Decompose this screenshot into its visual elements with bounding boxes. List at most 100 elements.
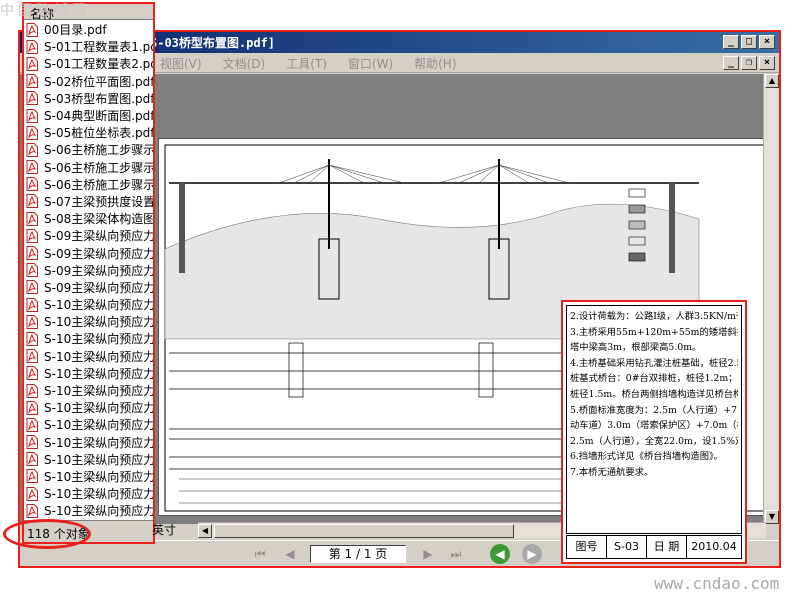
file-item[interactable]: S-10主梁纵向预应力 <box>26 399 153 416</box>
file-name: S-06主桥施工步骤示 <box>44 160 153 175</box>
forward-icon[interactable]: ▶ <box>522 544 542 564</box>
pdf-file-icon <box>26 297 38 312</box>
file-item[interactable]: S-07主梁预拱度设置 <box>26 193 153 210</box>
first-page-icon[interactable]: ⏮ <box>252 546 268 562</box>
file-item[interactable]: S-02桥位平面图.pdf <box>26 73 153 90</box>
file-name: S-09主梁纵向预应力 <box>44 229 153 244</box>
pdf-file-icon <box>26 452 38 467</box>
maximize-button[interactable]: □ <box>741 35 757 49</box>
menu-help[interactable]: 帮助(H) <box>414 55 456 72</box>
file-item[interactable]: S-03桥型布置图.pdf <box>26 90 153 107</box>
file-item[interactable]: S-04典型断面图.pdf <box>26 107 153 124</box>
scroll-down-arrow-icon[interactable]: ▼ <box>765 510 779 524</box>
watermark-top: 中国路桥网 <box>0 3 90 19</box>
file-name: S-10主梁纵向预应力 <box>44 469 153 484</box>
pdf-file-icon <box>26 91 38 106</box>
pdf-file-icon <box>26 435 38 450</box>
date-label: 日 期 <box>647 536 687 558</box>
pdf-file-icon <box>26 22 38 37</box>
status-unit-label: 英寸 <box>152 523 177 537</box>
file-item[interactable]: S-09主梁纵向预应力 <box>26 244 153 261</box>
file-item[interactable]: S-10主梁纵向预应力 <box>26 348 153 365</box>
pdf-file-icon <box>26 56 38 71</box>
pdf-file-icon <box>26 211 38 226</box>
close-button[interactable]: × <box>759 35 775 49</box>
note-line: 5.桥面标准宽度为：2.5m（人行道）+7.0m（机 <box>570 404 738 416</box>
file-item[interactable]: S-01工程数量表2.pdf <box>26 55 153 72</box>
file-name: S-10主梁纵向预应力 <box>44 401 153 416</box>
pdf-file-icon <box>26 142 38 157</box>
pdf-file-icon <box>26 246 38 261</box>
file-name: S-10主梁纵向预应力 <box>44 366 153 381</box>
pdf-file-icon <box>26 108 38 123</box>
menu-window[interactable]: 窗口(W) <box>348 55 393 72</box>
prev-page-icon[interactable]: ◀ <box>282 546 298 562</box>
title-block: 图号 S-03 日 期 2010.04 <box>566 535 742 559</box>
menu-document[interactable]: 文档(D) <box>223 55 266 72</box>
file-item[interactable]: S-10主梁纵向预应力 <box>26 416 153 433</box>
file-name: S-01工程数量表2.pdf <box>44 57 153 72</box>
file-item[interactable]: S-01工程数量表1.pdf <box>26 38 153 55</box>
file-item[interactable]: S-10主梁纵向预应力 <box>26 330 153 347</box>
viewer-title: S-03桥型布置图.pdf] <box>150 36 276 50</box>
file-item[interactable]: S-09主梁纵向预应力 <box>26 279 153 296</box>
doc-minimize-button[interactable]: _ <box>723 56 739 70</box>
pdf-file-icon <box>26 74 38 89</box>
file-item[interactable]: S-10主梁纵向预应力 <box>26 313 153 330</box>
last-page-icon[interactable]: ⏭ <box>448 546 464 562</box>
page-number-field[interactable]: 第 1 / 1 页 <box>310 545 406 563</box>
file-name: S-10主梁纵向预应力 <box>44 452 153 467</box>
file-item[interactable]: S-10主梁纵向预应力 <box>26 451 153 468</box>
file-item[interactable]: S-10主梁纵向预应力 <box>26 485 153 502</box>
file-item[interactable]: 00目录.pdf <box>26 21 153 38</box>
pdf-file-icon <box>26 39 38 54</box>
file-item[interactable]: S-06主桥施工步骤示 <box>26 176 153 193</box>
pdf-file-icon <box>26 314 38 329</box>
file-name: S-07主梁预拱度设置 <box>44 194 153 209</box>
note-line: 7.本桥无通航要求。 <box>570 466 654 478</box>
doc-restore-button[interactable]: ❐ <box>741 56 757 70</box>
vertical-scrollbar[interactable]: ▲ ▼ <box>763 74 779 524</box>
pdf-file-icon <box>26 263 38 278</box>
menu-tools[interactable]: 工具(T) <box>286 55 327 72</box>
scroll-up-arrow-icon[interactable]: ▲ <box>765 74 779 88</box>
file-item[interactable]: S-05桩位坐标表.pdf <box>26 124 153 141</box>
file-item[interactable]: S-06主桥施工步骤示 <box>26 159 153 176</box>
file-name: S-10主梁纵向预应力 <box>44 349 153 364</box>
file-item[interactable]: S-06主桥施工步骤示 <box>26 141 153 158</box>
drawing-no-value: S-03 <box>607 536 647 558</box>
file-name: S-10主梁纵向预应力 <box>44 487 153 502</box>
file-item[interactable]: S-10主梁纵向预应力 <box>26 468 153 485</box>
doc-close-button[interactable]: × <box>759 56 775 70</box>
note-line: 2.设计荷载为：公路Ⅰ级，人群3.5KN/m². <box>570 311 738 322</box>
design-notes-panel: 2.设计荷载为：公路Ⅰ级，人群3.5KN/m². 3.主桥采用55m+120m+5… <box>561 300 747 564</box>
file-item[interactable]: S-09主梁纵向预应力 <box>26 227 153 244</box>
note-line: 2.5m（人行道），全宽22.0m，设1.5%双向横坡。 <box>570 435 738 447</box>
minimize-button[interactable]: _ <box>723 35 739 49</box>
scroll-left-arrow-icon[interactable]: ◀ <box>198 524 212 538</box>
file-item[interactable]: S-10主梁纵向预应力 <box>26 502 153 519</box>
file-name: S-06主桥施工步骤示 <box>44 177 153 192</box>
highlight-ellipse <box>3 519 91 549</box>
file-item[interactable]: S-10主梁纵向预应力 <box>26 365 153 382</box>
pdf-file-icon <box>26 160 38 175</box>
file-name: S-09主梁纵向预应力 <box>44 246 153 261</box>
file-name: S-10主梁纵向预应力 <box>44 504 153 519</box>
menu-view[interactable]: 视图(V) <box>160 55 202 72</box>
scroll-thumb[interactable] <box>214 524 514 538</box>
drawing-no-label: 图号 <box>567 536 607 558</box>
back-icon[interactable]: ◀ <box>490 544 510 564</box>
file-item[interactable]: S-10主梁纵向预应力 <box>26 296 153 313</box>
file-item[interactable]: S-09主梁纵向预应力 <box>26 262 153 279</box>
file-name: S-03桥型布置图.pdf <box>44 91 153 106</box>
file-item[interactable]: S-08主梁梁体构造图 <box>26 210 153 227</box>
next-page-icon[interactable]: ▶ <box>420 546 436 562</box>
pdf-file-icon <box>26 280 38 295</box>
file-name: S-10主梁纵向预应力 <box>44 332 153 347</box>
note-line: 桩径1.5m。桥台两侧挡墙构造详见桥台构造图。 <box>570 388 738 400</box>
file-name: S-08主梁梁体构造图 <box>44 212 153 227</box>
file-name: S-10主梁纵向预应力 <box>44 315 153 330</box>
file-item[interactable]: S-10主梁纵向预应力 <box>26 382 153 399</box>
watermark-bottom: www.cndao.com <box>654 574 780 593</box>
file-item[interactable]: S-10主梁纵向预应力 <box>26 434 153 451</box>
